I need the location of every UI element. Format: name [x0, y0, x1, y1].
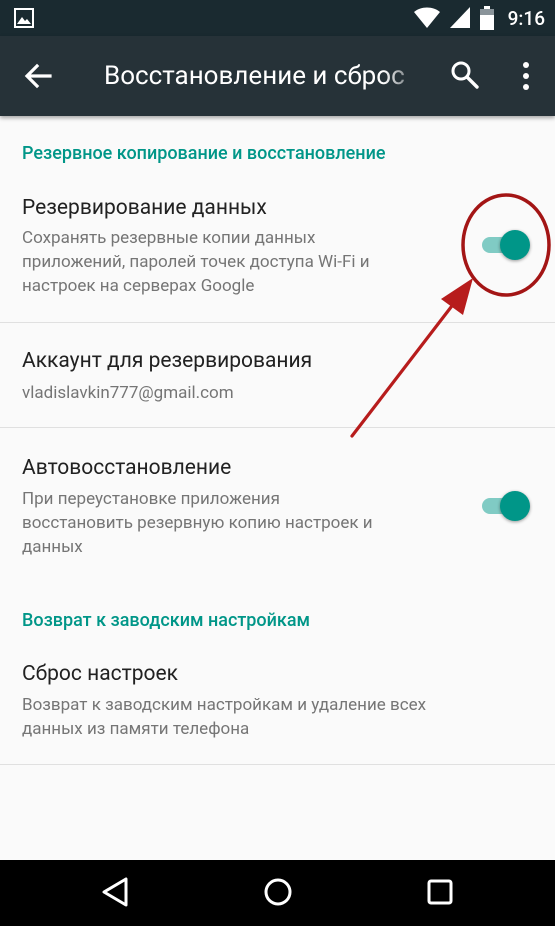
- more-vert-icon[interactable]: [514, 60, 538, 92]
- signal-icon: [449, 7, 470, 28]
- status-bar: 9:16: [0, 0, 555, 36]
- section-header-reset: Возврат к заводским настройкам: [22, 610, 311, 631]
- page-title: Восстановление и сброс: [104, 61, 405, 91]
- backup-data-toggle[interactable]: [478, 229, 530, 260]
- nav-bar: [0, 860, 555, 926]
- auto-restore-toggle[interactable]: [478, 490, 530, 521]
- list-item-factory-reset[interactable]: Сброс настроек Возврат к заводским настр…: [0, 644, 555, 764]
- toggle-thumb: [500, 230, 530, 260]
- wifi-icon: [413, 7, 440, 28]
- section-header-backup: Резервное копирование и восстановление: [22, 143, 386, 164]
- recents-square-icon[interactable]: [422, 874, 458, 910]
- back-arrow-icon[interactable]: [22, 60, 54, 92]
- item-summary: vladislavkin777@gmail.com: [22, 383, 234, 403]
- settings-list: Резервное копирование и восстановление Р…: [0, 116, 555, 860]
- item-title: Резервирование данных: [22, 196, 267, 220]
- item-summary: При переустановке приложения восстановит…: [22, 489, 373, 557]
- list-item-auto-restore[interactable]: Автовосстановление При переустановке при…: [0, 428, 555, 580]
- item-summary: Сохранять резервные копии данных приложе…: [22, 228, 370, 296]
- item-title: Аккаунт для резервирования: [22, 349, 313, 373]
- item-summary: Возврат к заводским настройкам и удалени…: [22, 695, 427, 739]
- search-icon[interactable]: [450, 60, 480, 90]
- battery-icon: [479, 6, 494, 30]
- divider: [0, 764, 555, 765]
- toggle-thumb: [500, 491, 530, 521]
- back-triangle-icon[interactable]: [98, 874, 134, 910]
- list-item-backup-data[interactable]: Резервирование данных Сохранять резервны…: [0, 178, 555, 322]
- item-title: Сброс настроек: [22, 662, 178, 686]
- status-time: 9:16: [507, 6, 545, 30]
- home-circle-icon[interactable]: [260, 874, 296, 910]
- item-title: Автовосстановление: [22, 456, 232, 480]
- gallery-icon: [14, 8, 34, 28]
- list-item-backup-account[interactable]: Аккаунт для резервирования vladislavkin7…: [0, 323, 555, 427]
- app-toolbar: Восстановление и сброс: [0, 36, 555, 116]
